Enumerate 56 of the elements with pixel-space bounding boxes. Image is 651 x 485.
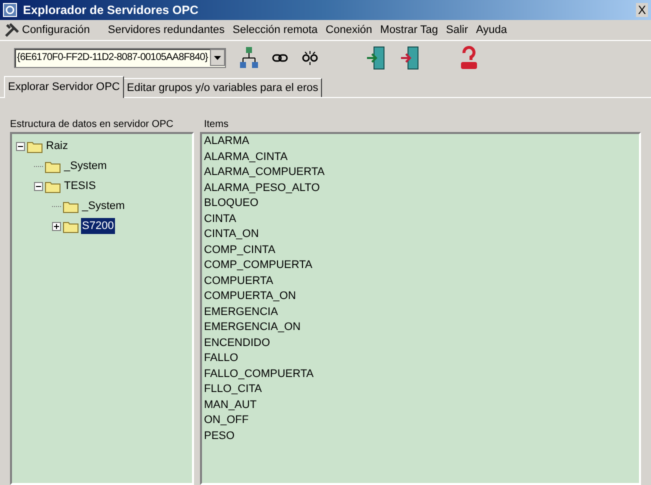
menu-item[interactable]: Servidores redundantes — [108, 22, 225, 38]
menu-item[interactable]: Salir — [446, 22, 468, 38]
folder-icon — [27, 140, 43, 152]
tree-item[interactable]: _System — [81, 198, 126, 214]
collapse-icon[interactable] — [34, 182, 43, 190]
list-item[interactable]: COMP_CINTA — [204, 242, 276, 258]
folder-icon — [45, 160, 61, 172]
tree-item[interactable]: TESIS — [63, 178, 97, 194]
app-icon — [3, 3, 17, 17]
window-title: Explorador de Servidores OPC — [23, 2, 198, 19]
menu-item[interactable]: Selección remota — [232, 22, 318, 38]
door-exit-icon[interactable] — [400, 46, 420, 70]
list-item[interactable]: FLLO_CITA — [204, 382, 262, 398]
door-enter-icon[interactable] — [366, 46, 386, 70]
tools-icon — [4, 22, 20, 38]
list-item[interactable]: COMP_COMPUERTA — [204, 258, 312, 274]
list-item[interactable]: BLOQUEO — [204, 196, 258, 212]
list-item[interactable]: ENCENDIDO — [204, 336, 270, 351]
list-item[interactable]: FALLO_COMPUERTA — [204, 366, 314, 382]
expand-icon[interactable] — [52, 222, 61, 230]
list-item[interactable]: EMERGENCIA — [204, 304, 278, 320]
list-item[interactable]: CINTA — [204, 212, 236, 227]
link-icon[interactable] — [272, 52, 288, 62]
list-item[interactable]: ALARMA_PESO_ALTO — [204, 180, 320, 196]
folder-icon — [45, 180, 61, 192]
close-button[interactable]: X — [636, 3, 648, 17]
list-item[interactable]: ALARMA_COMPUERTA — [204, 165, 325, 180]
list-item[interactable]: EMERGENCIA_ON — [204, 320, 301, 336]
list-item[interactable]: ALARMA — [204, 134, 250, 150]
tab[interactable]: Explorar Servidor OPC — [4, 76, 124, 98]
list-item[interactable]: ALARMA_CINTA — [204, 150, 288, 165]
menu-item[interactable]: Ayuda — [476, 22, 508, 38]
tree-item[interactable]: _System — [63, 158, 108, 174]
list-item[interactable]: MAN_AUT — [204, 398, 257, 413]
panel-label: Estructura de datos en servidor OPC — [10, 118, 174, 132]
panel-label: Items — [203, 118, 230, 132]
combo-value: {6E6170F0-FF2D-11D2-8087-00105AA8F840} — [16, 51, 209, 65]
tree-item[interactable]: S7200 — [81, 218, 115, 234]
tab[interactable]: Editar grupos y/o variables para el eros — [124, 78, 322, 97]
list-item[interactable]: ON_OFF — [204, 413, 249, 428]
menu-item[interactable]: Conexión — [326, 22, 372, 38]
list-item[interactable]: CINTA_ON — [204, 227, 259, 242]
list-item[interactable]: PESO — [204, 428, 235, 444]
broken-link-icon[interactable] — [302, 50, 318, 66]
list-item[interactable]: FALLO — [204, 351, 238, 366]
help-phone-icon[interactable] — [460, 46, 478, 70]
collapse-icon[interactable] — [16, 142, 25, 150]
server-combo[interactable]: {6E6170F0-FF2D-11D2-8087-00105AA8F840} — [14, 48, 226, 68]
tree-item[interactable]: Raiz — [45, 138, 70, 154]
network-icon[interactable] — [240, 46, 258, 68]
list-item[interactable]: COMPUERTA — [204, 274, 274, 289]
folder-icon — [63, 200, 79, 212]
list-item[interactable]: COMPUERTA_ON — [204, 289, 296, 304]
menu-item[interactable]: Configuración — [22, 22, 90, 38]
menu-item[interactable]: Mostrar Tag — [380, 22, 438, 38]
folder-icon — [63, 220, 79, 232]
